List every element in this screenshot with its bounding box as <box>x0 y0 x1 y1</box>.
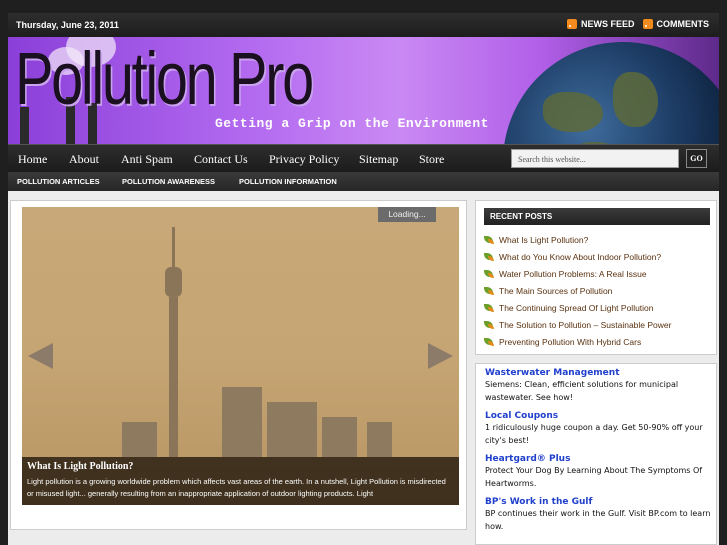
ad-block: Heartgard® Plus Protect Your Dog By Lear… <box>485 454 711 490</box>
ad-text: 1 ridiculously huge coupon a day. Get 50… <box>485 423 703 445</box>
site-tagline: Getting a Grip on the Environment <box>215 116 489 131</box>
subnav-item-pollution-articles[interactable]: POLLUTION ARTICLES <box>17 177 100 186</box>
ad-title-link[interactable]: Wasterwater Management <box>485 368 711 378</box>
list-item[interactable]: The Solution to Pollution – Sustainable … <box>484 316 710 333</box>
feed-links: NEWS FEED COMMENTS <box>566 19 710 29</box>
news-feed-link[interactable]: NEWS FEED <box>566 19 635 29</box>
comments-feed-label: COMMENTS <box>656 19 710 29</box>
site-title-logo[interactable]: Pollution Pro <box>15 39 314 119</box>
ad-title-link[interactable]: BP's Work in the Gulf <box>485 497 711 507</box>
list-item[interactable]: What do You Know About Indoor Pollution? <box>484 248 710 265</box>
leaf-bullet-icon <box>484 320 495 329</box>
subnav-item-pollution-awareness[interactable]: POLLUTION AWARENESS <box>122 177 215 186</box>
list-item[interactable]: What Is Light Pollution? <box>484 231 710 248</box>
subnav-item-pollution-information[interactable]: POLLUTION INFORMATION <box>239 177 337 186</box>
search-input[interactable]: Search this website... <box>511 149 679 168</box>
ad-text: Siemens: Clean, efficient solutions for … <box>485 380 679 402</box>
list-item[interactable]: Water Pollution Problems: A Real Issue <box>484 265 710 282</box>
recent-posts-title: RECENT POSTS <box>484 208 710 225</box>
comments-feed-link[interactable]: COMMENTS <box>642 19 710 29</box>
ads-widget: Wasterwater Management Siemens: Clean, e… <box>475 363 717 545</box>
main-area: Loading... What Is Light Pollution? Ligh… <box>8 191 719 545</box>
ad-block: Wasterwater Management Siemens: Clean, e… <box>485 368 711 404</box>
category-nav: POLLUTION ARTICLES POLLUTION AWARENESS P… <box>8 172 719 191</box>
ad-text: BP continues their work in the Gulf. Vis… <box>485 509 711 531</box>
current-date: Thursday, June 23, 2011 <box>16 20 119 30</box>
slider-caption-title[interactable]: What Is Light Pollution? <box>27 461 454 472</box>
nav-item-sitemap[interactable]: Sitemap <box>359 152 398 167</box>
nav-item-contact-us[interactable]: Contact Us <box>194 152 248 167</box>
leaf-bullet-icon <box>484 303 495 312</box>
ad-title-link[interactable]: Heartgard® Plus <box>485 454 711 464</box>
recent-posts-widget: RECENT POSTS What Is Light Pollution? Wh… <box>475 200 717 355</box>
list-item[interactable]: Preventing Pollution With Hybrid Cars <box>484 333 710 350</box>
nav-item-anti-spam[interactable]: Anti Spam <box>121 152 173 167</box>
post-link[interactable]: The Main Sources of Pollution <box>499 286 612 296</box>
search-go-button[interactable]: GO <box>686 149 707 168</box>
nav-item-home[interactable]: Home <box>18 152 47 167</box>
rss-icon <box>566 19 577 29</box>
slider-next-arrow-icon[interactable] <box>428 343 453 369</box>
news-feed-label: NEWS FEED <box>580 19 635 29</box>
main-nav: Home About Anti Spam Contact Us Privacy … <box>8 144 719 172</box>
featured-slider[interactable]: Loading... What Is Light Pollution? Ligh… <box>22 207 459 505</box>
nav-item-about[interactable]: About <box>69 152 99 167</box>
leaf-bullet-icon <box>484 337 495 346</box>
slider-loading-indicator: Loading... <box>378 207 436 222</box>
post-link[interactable]: The Continuing Spread Of Light Pollution <box>499 303 654 313</box>
leaf-bullet-icon <box>484 252 495 261</box>
leaf-bullet-icon <box>484 235 495 244</box>
post-link[interactable]: Water Pollution Problems: A Real Issue <box>499 269 647 279</box>
ad-block: BP's Work in the Gulf BP continues their… <box>485 497 711 533</box>
slider-caption: What Is Light Pollution? Light pollution… <box>22 457 459 505</box>
ad-block: Local Coupons 1 ridiculously huge coupon… <box>485 411 711 447</box>
list-item[interactable]: The Continuing Spread Of Light Pollution <box>484 299 710 316</box>
earth-image <box>503 42 719 144</box>
slider-caption-text: Light pollution is a growing worldwide p… <box>27 477 446 498</box>
ad-title-link[interactable]: Local Coupons <box>485 411 711 421</box>
top-bar: Thursday, June 23, 2011 NEWS FEED COMMEN… <box>8 13 719 37</box>
rss-icon <box>642 19 653 29</box>
site-header: Pollution Pro Getting a Grip on the Envi… <box>8 37 719 144</box>
post-link[interactable]: Preventing Pollution With Hybrid Cars <box>499 337 641 347</box>
nav-item-store[interactable]: Store <box>419 152 444 167</box>
nav-item-privacy-policy[interactable]: Privacy Policy <box>269 152 339 167</box>
leaf-bullet-icon <box>484 269 495 278</box>
leaf-bullet-icon <box>484 286 495 295</box>
list-item[interactable]: The Main Sources of Pollution <box>484 282 710 299</box>
slider-prev-arrow-icon[interactable] <box>28 343 53 369</box>
ad-text: Protect Your Dog By Learning About The S… <box>485 466 703 488</box>
post-link[interactable]: What do You Know About Indoor Pollution? <box>499 252 661 262</box>
post-link[interactable]: What Is Light Pollution? <box>499 235 588 245</box>
post-link[interactable]: The Solution to Pollution – Sustainable … <box>499 320 671 330</box>
recent-posts-list: What Is Light Pollution? What do You Kno… <box>484 231 710 350</box>
